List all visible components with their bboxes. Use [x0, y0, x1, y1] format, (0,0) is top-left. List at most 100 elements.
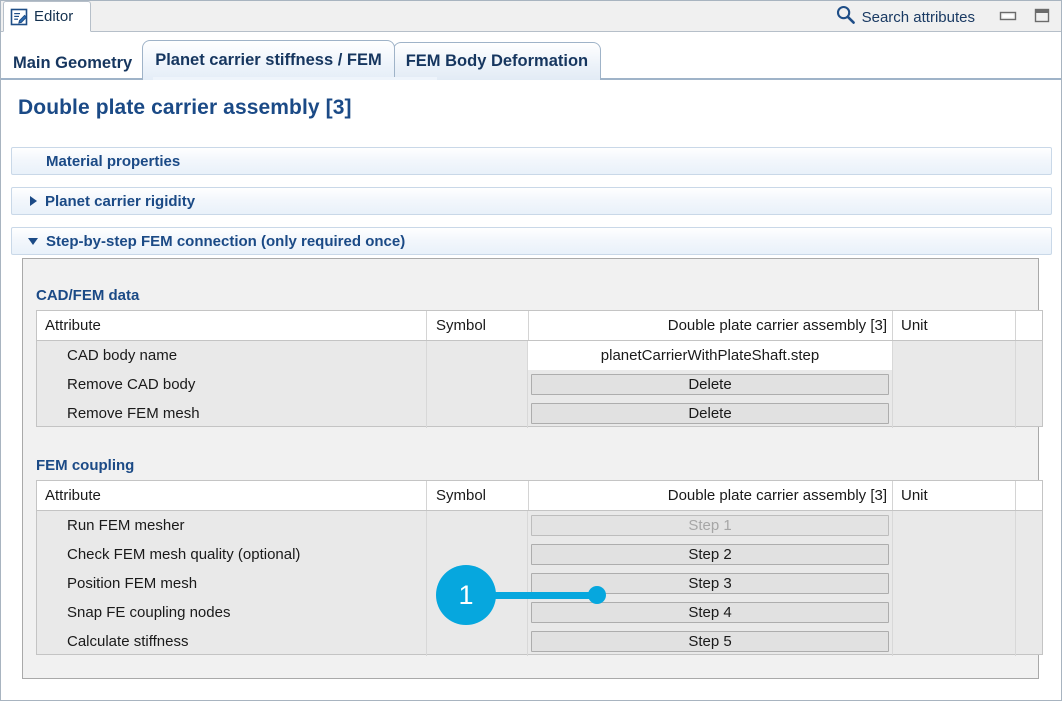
column-header-unit[interactable]: Unit — [892, 311, 1015, 340]
cell-attribute: Check FEM mesh quality (optional) — [37, 540, 426, 569]
minimize-icon[interactable] — [999, 9, 1017, 28]
cell-value: Step 5 — [528, 627, 892, 656]
column-divider — [426, 341, 427, 370]
column-divider — [426, 540, 427, 569]
column-header-extra[interactable] — [1015, 311, 1044, 340]
cell-attribute: Snap FE coupling nodes — [37, 598, 426, 627]
step-by-step-fem-connection-panel: CAD/FEM data Attribute Symbol Double pla… — [22, 258, 1039, 679]
run-fem-mesher-step-button[interactable]: Step 1 — [531, 515, 889, 536]
page-title: Double plate carrier assembly [3] — [18, 96, 352, 120]
tab-strip: Main Geometry Planet carrier stiffness /… — [1, 32, 1061, 80]
column-header-value[interactable]: Double plate carrier assembly [3] — [528, 481, 892, 510]
editor-document-pencil-icon — [10, 8, 28, 26]
tab-fem-body-deformation[interactable]: FEM Body Deformation — [393, 42, 601, 80]
chevron-right-icon[interactable] — [30, 196, 37, 206]
cell-attribute: CAD body name — [37, 341, 426, 370]
search-icon — [835, 4, 856, 30]
table-fem-coupling-body: Run FEM mesher Step 1 Check FEM mesh qua… — [37, 511, 1042, 656]
column-divider — [1015, 341, 1016, 370]
column-divider — [892, 399, 893, 428]
column-divider — [426, 627, 427, 656]
maximize-icon[interactable] — [1033, 7, 1051, 29]
cell-value: Delete — [528, 399, 892, 428]
cell-attribute: Position FEM mesh — [37, 569, 426, 598]
cell-attribute: Run FEM mesher — [37, 511, 426, 540]
table-cad-fem-data-header: Attribute Symbol Double plate carrier as… — [37, 311, 1042, 341]
selected-tab-underline-gap — [153, 77, 437, 80]
column-divider — [892, 540, 893, 569]
editor-window: Editor Search attributes — [0, 0, 1062, 701]
column-divider — [426, 370, 427, 399]
cell-attribute: Calculate stiffness — [37, 627, 426, 656]
column-header-attribute[interactable]: Attribute — [37, 481, 426, 510]
column-divider — [1015, 511, 1016, 540]
calculate-stiffness-step-button[interactable]: Step 5 — [531, 631, 889, 652]
column-divider — [1015, 399, 1016, 428]
search-attributes-label: Search attributes — [862, 9, 975, 26]
table-cad-fem-data-body: CAD body name planetCarrierWithPlateShaf… — [37, 341, 1042, 428]
tab-planet-carrier-stiffness-fem[interactable]: Planet carrier stiffness / FEM — [142, 40, 395, 80]
section-header-material-properties[interactable]: Material properties — [11, 147, 1052, 175]
section-header-planet-carrier-rigidity[interactable]: Planet carrier rigidity — [11, 187, 1052, 215]
table-cad-fem-data: Attribute Symbol Double plate carrier as… — [36, 310, 1043, 427]
section-header-step-by-step-fem-connection-label: Step-by-step FEM connection (only requir… — [46, 233, 405, 250]
tab-list: Main Geometry Planet carrier stiffness /… — [1, 32, 601, 80]
table-row[interactable]: CAD body name planetCarrierWithPlateShaf… — [37, 341, 1042, 370]
table-fem-coupling-header: Attribute Symbol Double plate carrier as… — [37, 481, 1042, 511]
cell-value: Step 2 — [528, 540, 892, 569]
cell-value: Delete — [528, 370, 892, 399]
cell-value: Step 1 — [528, 511, 892, 540]
column-divider — [1015, 598, 1016, 627]
column-header-attribute[interactable]: Attribute — [37, 311, 426, 340]
tab-main-geometry[interactable]: Main Geometry — [1, 47, 144, 80]
cell-attribute: Remove FEM mesh — [37, 399, 426, 428]
remove-cad-body-delete-button[interactable]: Delete — [531, 374, 889, 395]
view-bar: Editor Search attributes — [1, 1, 1061, 32]
table-row[interactable]: Check FEM mesh quality (optional) Step 2 — [37, 540, 1042, 569]
search-attributes-control[interactable]: Search attributes — [835, 4, 975, 30]
table-row[interactable]: Position FEM mesh Step 3 — [37, 569, 1042, 598]
tab-main-geometry-label: Main Geometry — [13, 54, 132, 73]
column-divider — [426, 598, 427, 627]
table-row[interactable]: Remove FEM mesh Delete — [37, 399, 1042, 428]
column-divider — [892, 569, 893, 598]
column-divider — [1015, 627, 1016, 656]
column-header-value[interactable]: Double plate carrier assembly [3] — [528, 311, 892, 340]
column-divider — [892, 511, 893, 540]
column-divider — [426, 569, 427, 598]
section-header-step-by-step-fem-connection[interactable]: Step-by-step FEM connection (only requir… — [11, 227, 1052, 255]
view-tab-label: Editor — [34, 8, 73, 25]
column-header-extra[interactable] — [1015, 481, 1044, 510]
column-header-symbol[interactable]: Symbol — [426, 481, 528, 510]
column-header-unit[interactable]: Unit — [892, 481, 1015, 510]
chevron-down-icon[interactable] — [28, 238, 38, 245]
column-divider — [892, 627, 893, 656]
cell-value: planetCarrierWithPlateShaft.step — [528, 341, 892, 370]
section-header-material-properties-label: Material properties — [46, 153, 180, 170]
cell-value: Step 4 — [528, 598, 892, 627]
view-tab-editor[interactable]: Editor — [3, 1, 91, 32]
table-fem-coupling: Attribute Symbol Double plate carrier as… — [36, 480, 1043, 655]
column-header-symbol[interactable]: Symbol — [426, 311, 528, 340]
column-divider — [892, 341, 893, 370]
snap-fe-coupling-nodes-step-button[interactable]: Step 4 — [531, 602, 889, 623]
column-divider — [426, 399, 427, 428]
check-fem-mesh-quality-step-button[interactable]: Step 2 — [531, 544, 889, 565]
table-row[interactable]: Remove CAD body Delete — [37, 370, 1042, 399]
tab-planet-carrier-stiffness-fem-label: Planet carrier stiffness / FEM — [155, 51, 382, 70]
table-row[interactable]: Run FEM mesher Step 1 — [37, 511, 1042, 540]
column-divider — [892, 370, 893, 399]
column-divider — [892, 598, 893, 627]
column-divider — [1015, 370, 1016, 399]
position-fem-mesh-step-button[interactable]: Step 3 — [531, 573, 889, 594]
column-divider — [426, 511, 427, 540]
table-row[interactable]: Calculate stiffness Step 5 — [37, 627, 1042, 656]
column-divider — [1015, 540, 1016, 569]
table-row[interactable]: Snap FE coupling nodes Step 4 — [37, 598, 1042, 627]
remove-fem-mesh-delete-button[interactable]: Delete — [531, 403, 889, 424]
group-label-fem-coupling: FEM coupling — [36, 457, 134, 474]
section-header-planet-carrier-rigidity-label: Planet carrier rigidity — [45, 193, 195, 210]
cell-attribute: Remove CAD body — [37, 370, 426, 399]
tab-fem-body-deformation-label: FEM Body Deformation — [406, 52, 588, 71]
cad-body-name-value: planetCarrierWithPlateShaft.step — [528, 341, 892, 370]
